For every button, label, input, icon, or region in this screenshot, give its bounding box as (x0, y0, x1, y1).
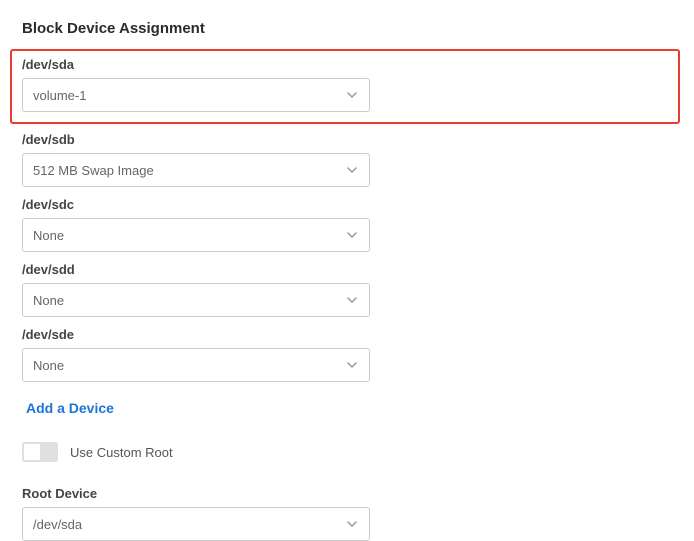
add-device-row: Add a Device (22, 394, 672, 422)
select-display: None (22, 218, 370, 252)
select-display: volume-1 (22, 78, 370, 112)
add-device-button[interactable]: Add a Device (22, 394, 118, 422)
select-display: None (22, 283, 370, 317)
device-field-sda: /dev/sda volume-1 (22, 57, 668, 112)
root-device-field: Root Device /dev/sda (22, 486, 672, 541)
select-value: None (33, 293, 64, 308)
select-display: 512 MB Swap Image (22, 153, 370, 187)
device-field-sdb: /dev/sdb 512 MB Swap Image (22, 132, 672, 187)
device-label: /dev/sda (22, 57, 668, 72)
device-label: /dev/sdb (22, 132, 672, 147)
select-value: volume-1 (33, 88, 86, 103)
custom-root-label: Use Custom Root (70, 445, 173, 460)
device-select-sdc[interactable]: None (22, 218, 370, 252)
device-label: /dev/sdc (22, 197, 672, 212)
toggle-knob (24, 444, 40, 460)
highlighted-device-group: /dev/sda volume-1 (10, 49, 680, 124)
device-select-sda[interactable]: volume-1 (22, 78, 370, 112)
root-device-label: Root Device (22, 486, 672, 501)
device-field-sde: /dev/sde None (22, 327, 672, 382)
select-value: /dev/sda (33, 517, 82, 532)
device-label: /dev/sde (22, 327, 672, 342)
select-display: None (22, 348, 370, 382)
select-value: 512 MB Swap Image (33, 163, 154, 178)
select-value: None (33, 358, 64, 373)
select-display: /dev/sda (22, 507, 370, 541)
section-title: Block Device Assignment (22, 20, 672, 37)
custom-root-toggle[interactable] (22, 442, 58, 462)
device-field-sdc: /dev/sdc None (22, 197, 672, 252)
select-value: None (33, 228, 64, 243)
device-select-sde[interactable]: None (22, 348, 370, 382)
root-device-select[interactable]: /dev/sda (22, 507, 370, 541)
device-label: /dev/sdd (22, 262, 672, 277)
device-select-sdb[interactable]: 512 MB Swap Image (22, 153, 370, 187)
device-select-sdd[interactable]: None (22, 283, 370, 317)
device-field-sdd: /dev/sdd None (22, 262, 672, 317)
custom-root-row: Use Custom Root (22, 442, 672, 462)
